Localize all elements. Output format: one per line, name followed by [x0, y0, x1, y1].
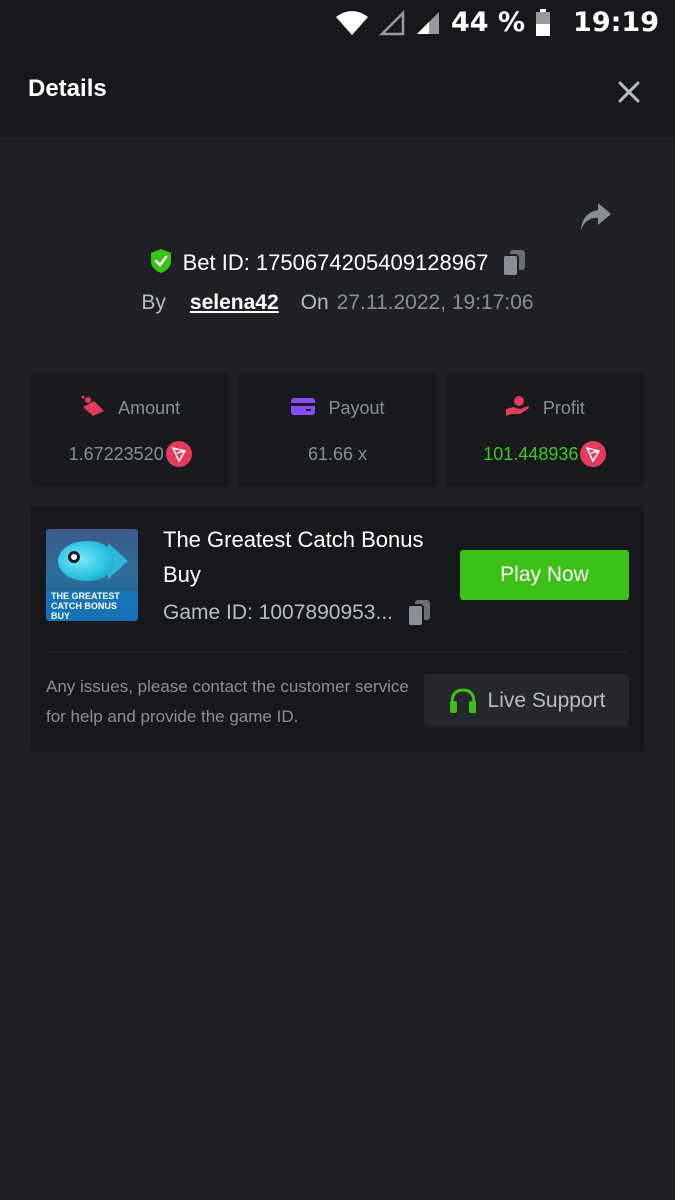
thumbnail-title: THE GREATEST CATCH BONUS BUY: [46, 591, 138, 621]
copy-icon: [502, 250, 526, 277]
status-bar: 44 % 19:19: [0, 0, 675, 45]
details-header: Details: [0, 45, 675, 137]
tron-icon: [165, 441, 192, 467]
share-button[interactable]: [578, 200, 614, 234]
copy-game-id-button[interactable]: [407, 599, 431, 627]
stat-amount: Amount 1.67223520: [31, 373, 230, 487]
copy-icon: [407, 600, 430, 627]
play-now-button[interactable]: Play Now: [460, 550, 629, 600]
shield-check-icon: [149, 248, 173, 279]
profit-hand-icon: [505, 395, 531, 422]
on-label: On: [300, 291, 329, 314]
headset-icon: [449, 687, 476, 713]
game-name: The Greatest Catch Bonus Buy: [163, 527, 424, 587]
signal-icon: [415, 10, 441, 36]
stat-label: Amount: [118, 397, 181, 418]
clock: 19:19: [573, 7, 659, 38]
by-label: By: [141, 291, 166, 314]
live-support-label: Live Support: [487, 688, 606, 712]
battery-icon: [535, 8, 551, 37]
bet-id: Bet ID: 1750674205409128967: [182, 250, 489, 275]
bet-id-row: Bet ID: 1750674205409128967: [0, 246, 675, 280]
amount-icon: [80, 395, 106, 422]
bet-datetime: 27.11.2022, 19:17:06: [336, 291, 534, 314]
bet-meta-row: By selena42 On 27.11.2022, 19:17:06: [0, 287, 675, 319]
stat-profit: Profit 101.448936: [445, 373, 644, 487]
divider: [46, 652, 629, 653]
fish-shape: [58, 541, 114, 581]
page-title: Details: [28, 75, 107, 102]
share-icon: [581, 203, 611, 230]
stat-value: 61.66 x: [307, 443, 368, 464]
copy-bet-id-button[interactable]: [502, 249, 526, 277]
wallet-icon: [290, 395, 316, 422]
wifi-icon: [335, 10, 369, 36]
stat-value: 1.67223520: [68, 443, 164, 464]
battery-percent: 44 %: [451, 7, 526, 38]
tron-icon: [580, 441, 607, 467]
game-thumbnail[interactable]: THE GREATEST CATCH BONUS BUY: [46, 529, 138, 621]
game-id-row: Game ID: 1007890953...: [163, 598, 431, 628]
game-card: THE GREATEST CATCH BONUS BUY The Greates…: [31, 506, 644, 752]
bet-stats: Amount 1.67223520 Payout 61.66 x Profit …: [31, 373, 644, 487]
username-link[interactable]: selena42: [190, 291, 279, 315]
close-button[interactable]: [612, 75, 646, 109]
stat-label: Profit: [542, 397, 585, 418]
live-support-button[interactable]: Live Support: [424, 674, 629, 727]
stat-payout: Payout 61.66 x: [238, 373, 437, 487]
stat-value: 101.448936: [483, 443, 579, 464]
stat-label: Payout: [328, 397, 385, 418]
fish-eye-shape: [68, 551, 80, 563]
close-icon: [618, 81, 640, 103]
signal-empty-icon: [379, 9, 405, 36]
help-text: Any issues, please contact the customer …: [46, 677, 409, 726]
game-id: Game ID: 1007890953...: [163, 601, 393, 624]
